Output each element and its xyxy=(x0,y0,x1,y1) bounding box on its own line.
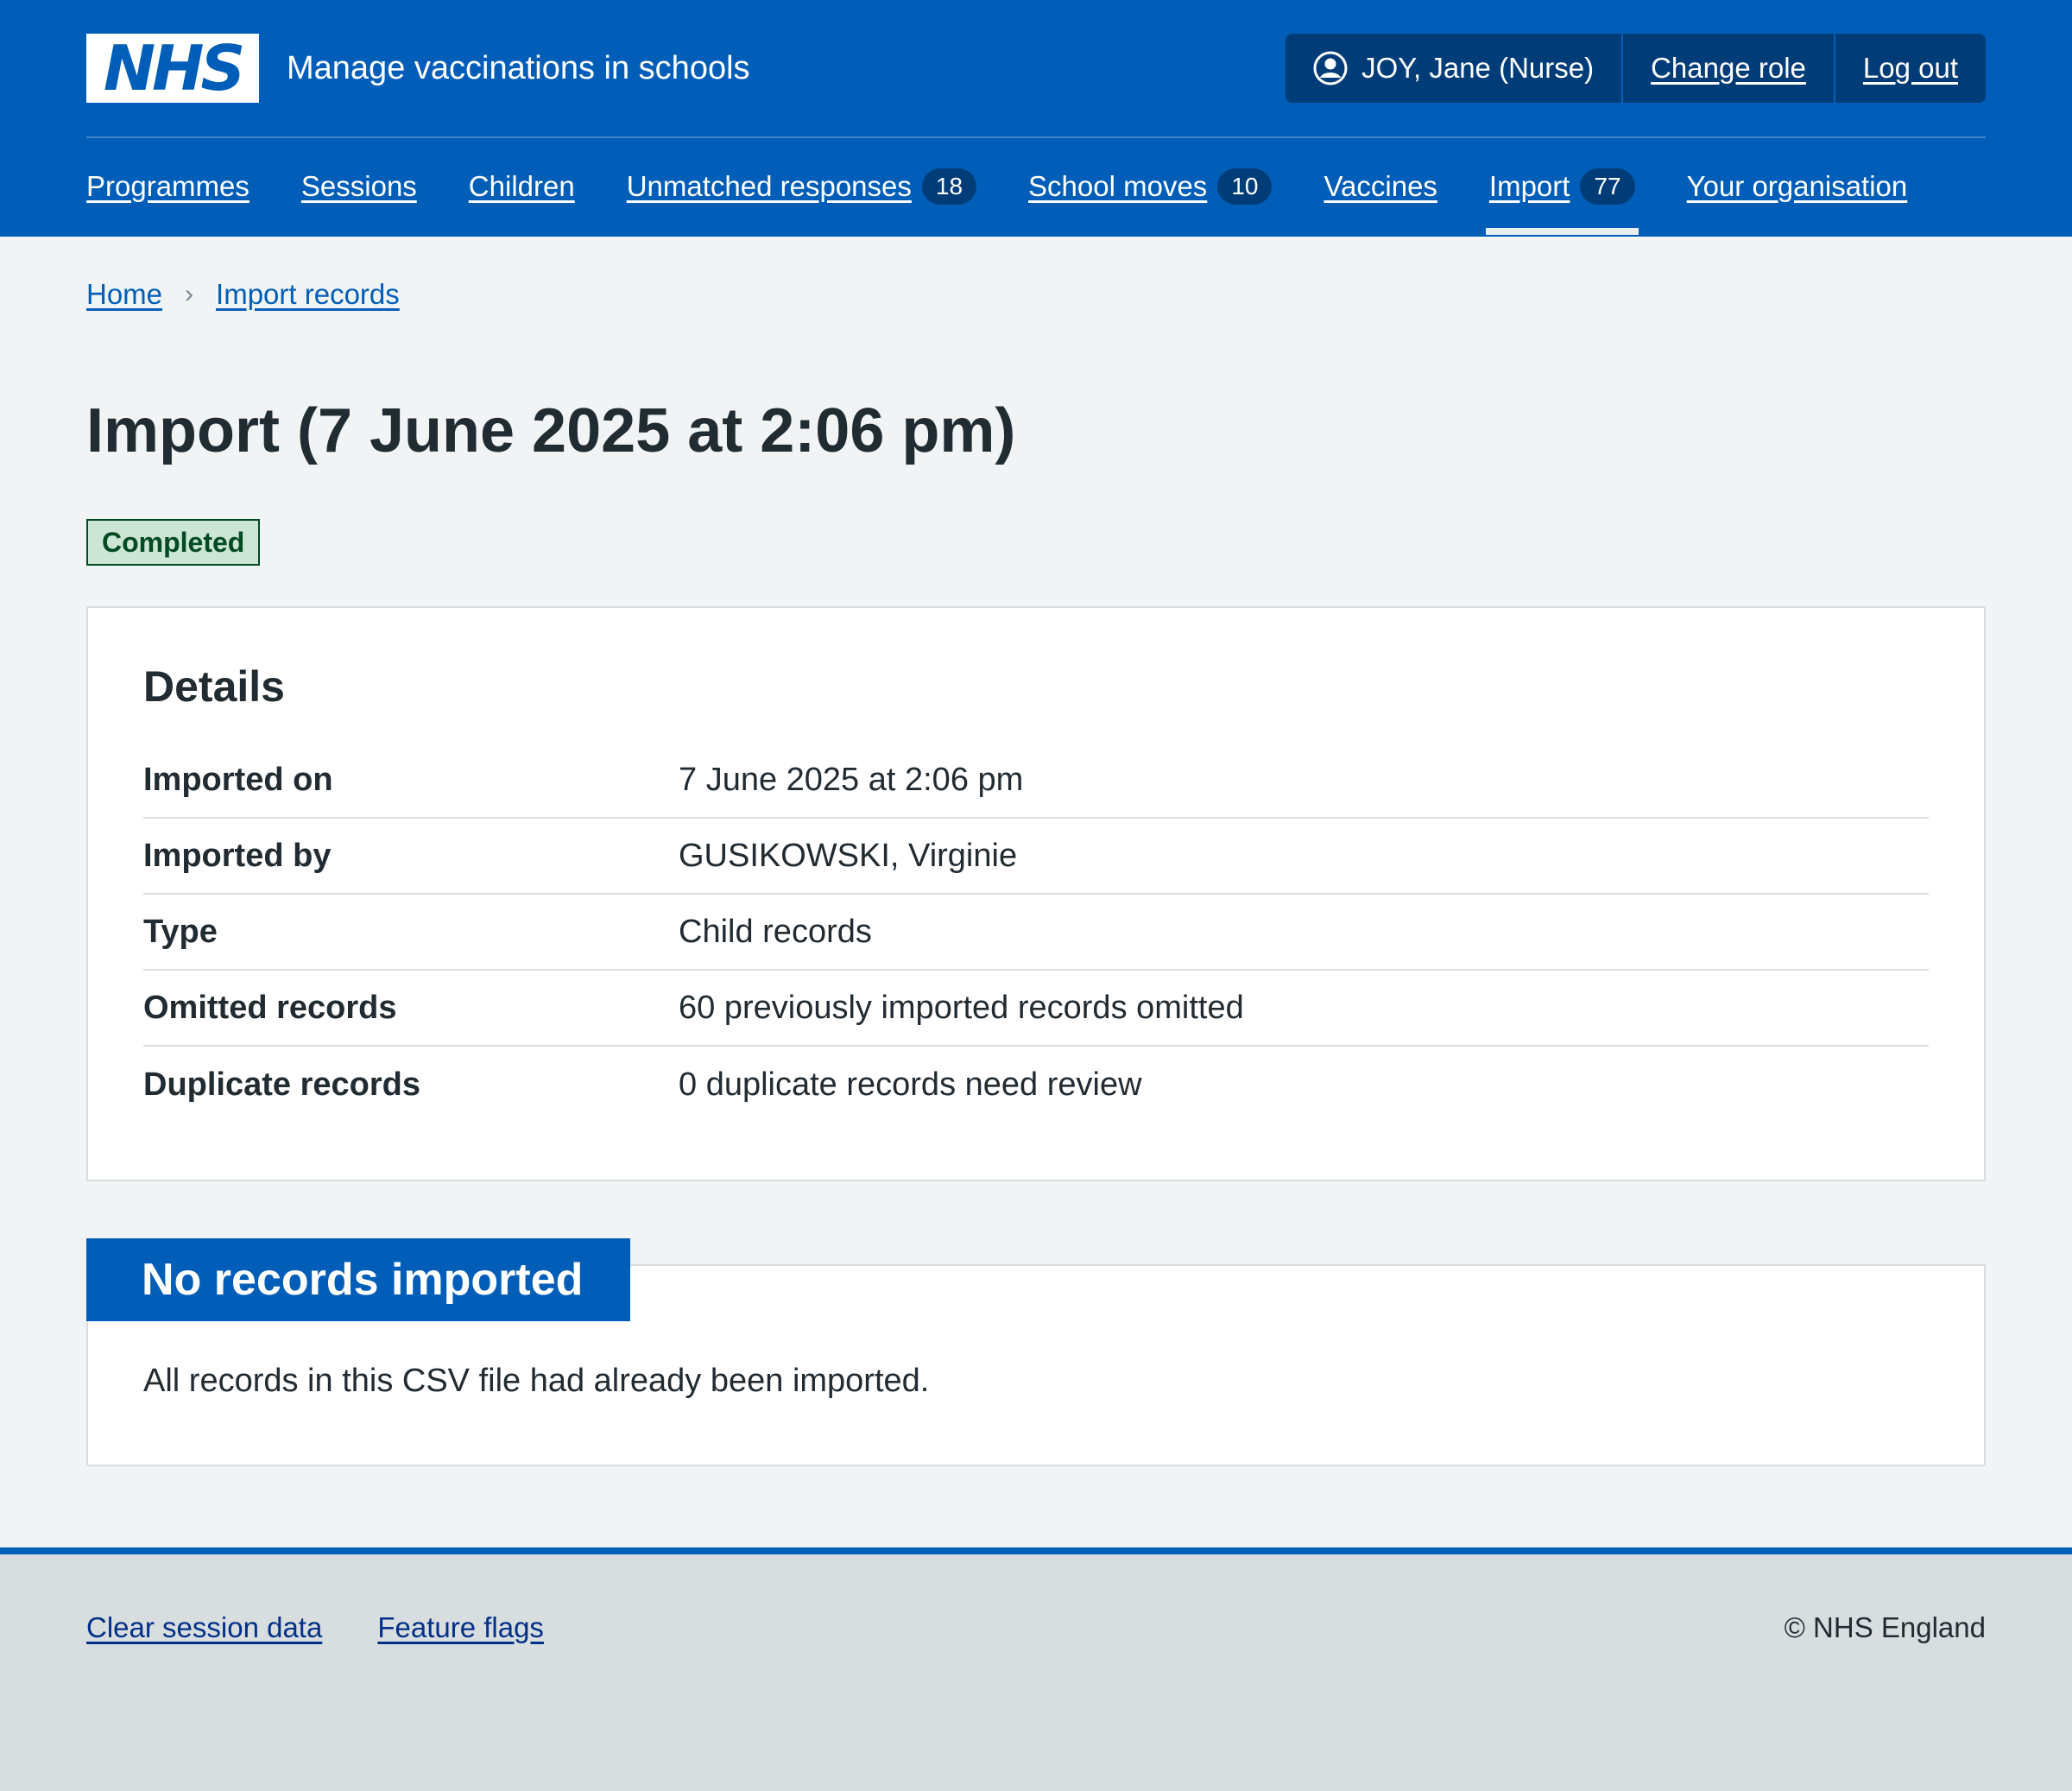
chevron-right-icon: › xyxy=(185,280,194,308)
school-moves-count-badge: 10 xyxy=(1217,168,1273,206)
nav-item-your-organisation[interactable]: Your organisation xyxy=(1684,138,1911,235)
nav-item-children[interactable]: Children xyxy=(465,138,578,235)
no-records-heading: No records imported xyxy=(86,1238,630,1321)
summary-row-duplicate-records: Duplicate records 0 duplicate records ne… xyxy=(143,1047,1929,1123)
summary-key: Imported by xyxy=(143,837,332,874)
summary-row-type: Type Child records xyxy=(143,895,1929,971)
summary-list: Imported on 7 June 2025 at 2:06 pm Impor… xyxy=(143,743,1929,1123)
change-role-item: Change role xyxy=(1621,34,1834,103)
account-user-name: JOY, Jane (Nurse) xyxy=(1361,52,1595,84)
nav-link-your-organisation[interactable]: Your organisation xyxy=(1687,170,1908,203)
page-title: Import (7 June 2025 at 2:06 pm) xyxy=(86,396,1016,465)
footer-inner: Clear session data Feature flags © NHS E… xyxy=(86,1611,1986,1644)
nav-link-school-moves[interactable]: School moves xyxy=(1028,170,1207,203)
account-user: JOY, Jane (Nurse) xyxy=(1286,34,1621,103)
summary-key: Type xyxy=(143,913,218,950)
unmatched-responses-count-badge: 18 xyxy=(921,168,977,206)
log-out-link[interactable]: Log out xyxy=(1863,52,1958,85)
summary-value: 60 previously imported records omitted xyxy=(679,989,1244,1026)
copyright: © NHS England xyxy=(1784,1611,1986,1643)
feature-flags-link[interactable]: Feature flags xyxy=(377,1611,544,1644)
summary-row-imported-by: Imported by GUSIKOWSKI, Virginie xyxy=(143,819,1929,895)
account-bar: JOY, Jane (Nurse) Change role Log out xyxy=(1286,34,1986,103)
breadcrumb-home-link[interactable]: Home xyxy=(86,278,162,311)
summary-row-imported-on: Imported on 7 June 2025 at 2:06 pm xyxy=(143,743,1929,819)
nav-item-vaccines[interactable]: Vaccines xyxy=(1320,138,1440,235)
site-footer: Clear session data Feature flags © NHS E… xyxy=(0,1547,2072,1791)
summary-value: 7 June 2025 at 2:06 pm xyxy=(679,761,1024,798)
summary-value: 0 duplicate records need review xyxy=(679,1066,1142,1103)
summary-value: GUSIKOWSKI, Virginie xyxy=(679,837,1018,874)
nav-item-school-moves[interactable]: School moves 10 xyxy=(1025,138,1275,235)
change-role-link[interactable]: Change role xyxy=(1651,52,1806,85)
summary-key: Duplicate records xyxy=(143,1066,420,1103)
summary-row-omitted-records: Omitted records 60 previously imported r… xyxy=(143,971,1929,1047)
no-records-message: All records in this CSV file had already… xyxy=(143,1363,930,1399)
status-badge: Completed xyxy=(86,519,261,566)
breadcrumb-import-records-link[interactable]: Import records xyxy=(216,278,400,311)
nav-link-vaccines[interactable]: Vaccines xyxy=(1323,170,1437,203)
nav-item-import[interactable]: Import 77 xyxy=(1485,138,1639,235)
clear-session-data-link[interactable]: Clear session data xyxy=(86,1611,322,1644)
details-card: Details Imported on 7 June 2025 at 2:06 … xyxy=(86,606,1986,1181)
nav-link-import[interactable]: Import xyxy=(1489,170,1570,203)
summary-key: Imported on xyxy=(143,761,333,798)
breadcrumb: Home › Import records xyxy=(86,0,400,311)
nav-link-children[interactable]: Children xyxy=(469,170,575,203)
log-out-item: Log out xyxy=(1833,34,1986,103)
footer-links: Clear session data Feature flags xyxy=(86,1611,599,1644)
details-heading: Details xyxy=(143,662,285,711)
import-count-badge: 77 xyxy=(1580,168,1635,206)
nav-link-unmatched-responses[interactable]: Unmatched responses xyxy=(627,170,912,203)
summary-key: Omitted records xyxy=(143,989,397,1026)
nav-item-unmatched-responses[interactable]: Unmatched responses 18 xyxy=(623,138,980,235)
summary-value: Child records xyxy=(679,913,872,950)
user-icon xyxy=(1313,51,1348,85)
